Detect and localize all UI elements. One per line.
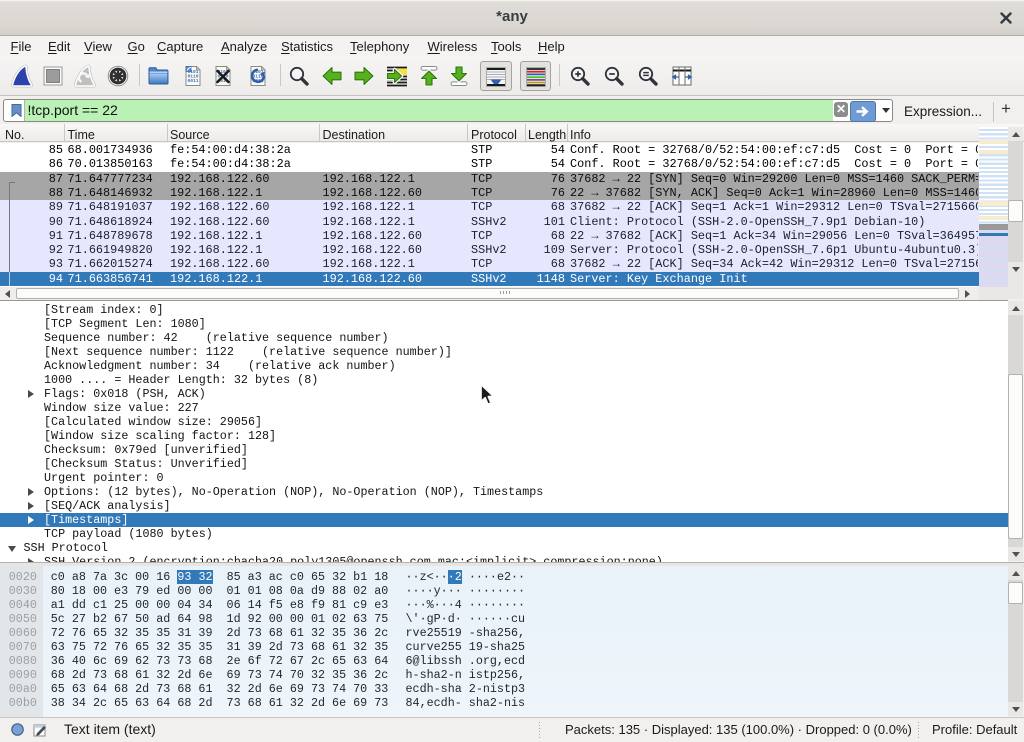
svg-text:0011: 0011 [188,78,199,84]
